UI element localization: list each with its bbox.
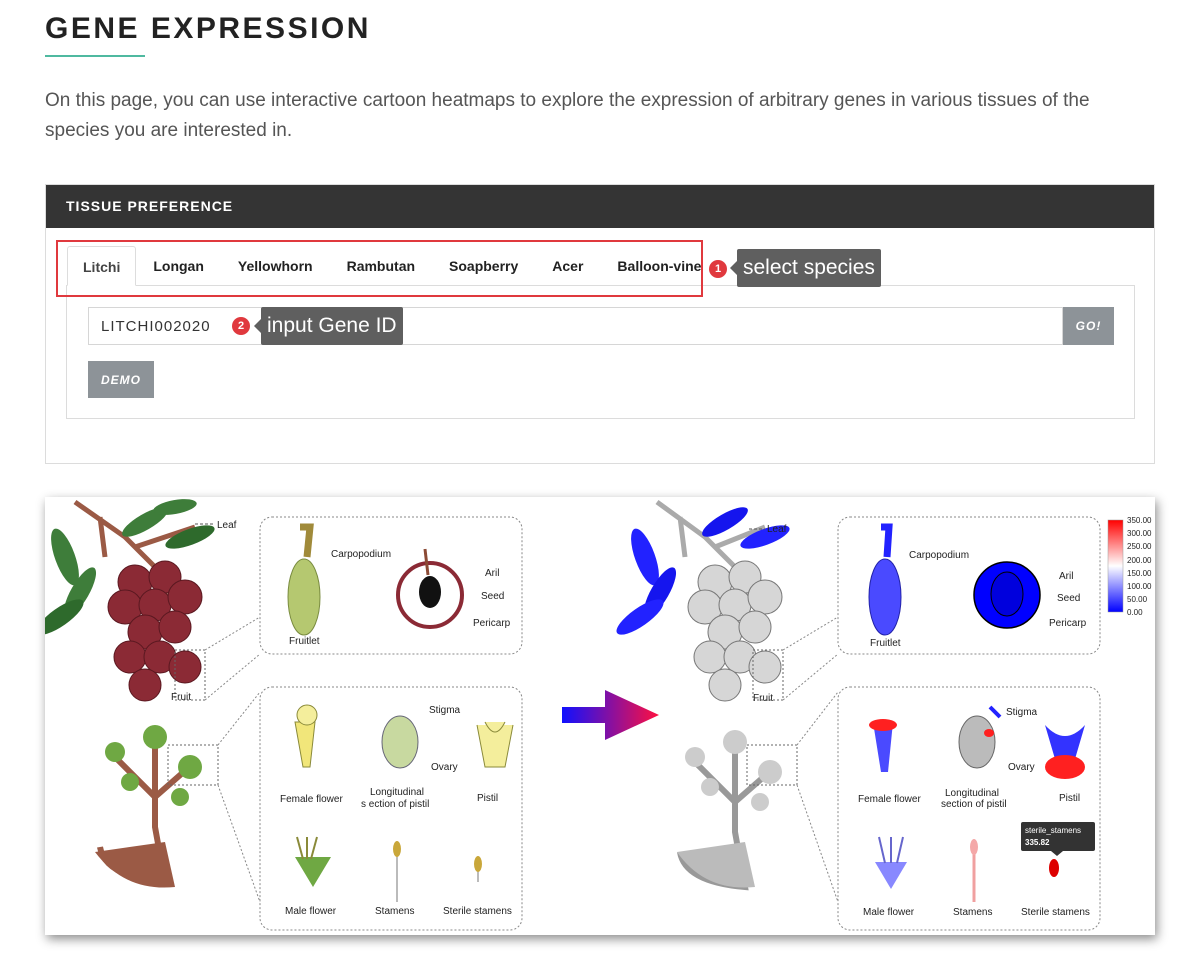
left-label-sterile-stamens: Sterile stamens	[443, 906, 512, 917]
tooltip-value: 335.82	[1025, 838, 1050, 847]
right-label-pericarp: Pericarp	[1049, 618, 1087, 629]
right-label-stamens: Stamens	[953, 907, 992, 918]
tab-soapberry[interactable]: Soapberry	[432, 246, 535, 286]
left-fruit-cluster	[107, 560, 203, 702]
tooltip-name: sterile_stamens	[1025, 826, 1081, 835]
tab-acer[interactable]: Acer	[535, 246, 600, 286]
demo-button[interactable]: DEMO	[88, 361, 154, 398]
tab-yellowhorn[interactable]: Yellowhorn	[221, 246, 330, 286]
transform-arrow	[562, 690, 659, 740]
right-label-stigma: Stigma	[1006, 707, 1038, 718]
tab-longan[interactable]: Longan	[136, 246, 221, 286]
right-label-seed: Seed	[1057, 593, 1080, 604]
page-title: GENE EXPRESSION	[45, 12, 371, 45]
left-label-pistil: Pistil	[477, 793, 498, 804]
left-label-fruit: Fruit	[171, 692, 191, 703]
right-label-fruit: Fruit	[753, 693, 773, 704]
left-label-leaf: Leaf	[217, 520, 237, 531]
species-tabs: Litchi Longan Yellowhorn Rambutan Soapbe…	[67, 246, 718, 286]
tab-pane	[66, 285, 1135, 419]
left-label-stigma: Stigma	[429, 705, 461, 716]
left-label-pericarp: Pericarp	[473, 618, 511, 629]
right-label-carpopodium: Carpopodium	[909, 550, 969, 561]
go-button[interactable]: GO!	[1063, 307, 1114, 345]
left-label-stamens: Stamens	[375, 906, 414, 917]
right-label-fruitlet: Fruitlet	[870, 638, 901, 649]
title-underline	[45, 55, 145, 57]
legend-tick-0: 0.00	[1127, 608, 1143, 617]
right-label-female-flower: Female flower	[858, 794, 921, 805]
left-label-ovary: Ovary	[431, 762, 458, 773]
legend-tick-150: 150.00	[1127, 569, 1152, 578]
legend-tick-300: 300.00	[1127, 529, 1152, 538]
left-label-aril: Aril	[485, 568, 499, 579]
tissue-preference-panel: TISSUE PREFERENCE Litchi Longan Yellowho…	[45, 184, 1155, 464]
left-label-carpopodium: Carpopodium	[331, 549, 391, 560]
legend-tick-200: 200.00	[1127, 556, 1152, 565]
right-label-longitudinal: Longitudinal	[945, 788, 999, 799]
right-label-section-of-pistil: section of pistil	[941, 799, 1007, 810]
right-label-sterile-stamens: Sterile stamens	[1021, 907, 1090, 918]
legend-tick-250: 250.00	[1127, 542, 1152, 551]
tooltip-sterile-stamens: sterile_stamens 335.82	[1021, 822, 1095, 856]
right-label-leaf: Leaf	[767, 524, 787, 535]
right-label-male-flower: Male flower	[863, 907, 915, 918]
intro-text: On this page, you can use interactive ca…	[45, 90, 1090, 141]
heatmap-illustration: Leaf Fruit Carpopodium Fruitlet Aril See…	[45, 499, 1152, 931]
right-flower-plant	[677, 730, 782, 891]
legend-tick-100: 100.00	[1127, 582, 1152, 591]
annotation-badge-1: 1	[709, 260, 727, 278]
legend-tick-350: 350.00	[1127, 516, 1152, 525]
right-label-pistil: Pistil	[1059, 793, 1080, 804]
left-label-longitudinal: Longitudinal	[370, 787, 424, 798]
left-label-seed: Seed	[481, 591, 504, 602]
annotation-callout-input-gene-id: input Gene ID	[254, 307, 403, 345]
tab-litchi[interactable]: Litchi	[67, 246, 137, 286]
heatmap-legend: 350.00 300.00 250.00 200.00 150.00 100.0…	[1107, 516, 1152, 617]
panel-header: TISSUE PREFERENCE	[46, 185, 1154, 228]
cartoon-heatmap-figure: Leaf Fruit Carpopodium Fruitlet Aril See…	[45, 497, 1155, 935]
right-label-ovary: Ovary	[1008, 762, 1035, 773]
left-label-female-flower: Female flower	[280, 794, 343, 805]
left-label-section-of-pistil: s ection of pistil	[361, 799, 429, 810]
annotation-badge-2: 2	[232, 317, 250, 335]
annotation-callout-select-species: select species	[730, 249, 881, 287]
tab-rambutan[interactable]: Rambutan	[330, 246, 432, 286]
legend-tick-50: 50.00	[1127, 595, 1148, 604]
left-label-fruitlet: Fruitlet	[289, 636, 320, 647]
right-label-aril: Aril	[1059, 571, 1073, 582]
right-fruit-cluster	[687, 560, 783, 702]
tab-balloon-vine[interactable]: Balloon-vine	[600, 246, 718, 286]
left-label-male-flower: Male flower	[285, 906, 337, 917]
left-flower-plant	[95, 725, 202, 888]
